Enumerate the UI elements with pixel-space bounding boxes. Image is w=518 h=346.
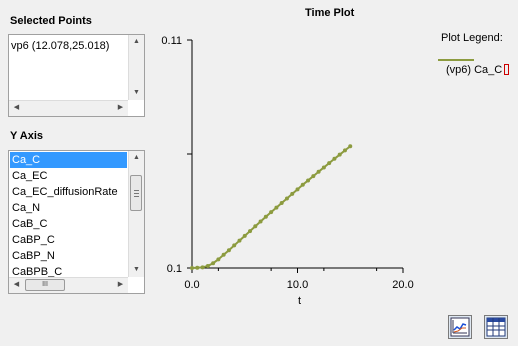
y-tick-label: 0.11 [161,35,182,47]
scroll-right-icon[interactable]: ▶ [113,101,128,115]
data-point [300,182,305,187]
y-axis-hscrollbar[interactable]: ◀ III ▶ [9,277,128,293]
scroll-left-icon[interactable]: ◀ [9,278,24,292]
scroll-left-icon[interactable]: ◀ [9,101,24,115]
data-point [332,156,337,161]
data-point [306,178,311,183]
x-tick-label: 0.0 [184,279,199,291]
scroll-down-icon[interactable]: ▼ [129,263,144,277]
data-point [232,243,237,248]
data-point [221,252,226,257]
x-axis-label: t [298,295,301,307]
y-axis-title: Y Axis [10,130,44,142]
data-point [269,210,274,215]
scroll-down-icon[interactable]: ▼ [129,86,144,100]
data-point [195,265,200,270]
data-point [337,152,342,157]
list-item[interactable]: Ca_EC [10,168,127,184]
list-item[interactable]: vp6 (12.078,25.018) [9,38,144,54]
series-line [191,145,351,269]
data-point [295,187,300,192]
data-point [190,266,194,270]
scroll-up-icon[interactable]: ▲ [129,35,144,49]
data-point [205,263,210,268]
table-view-button[interactable] [484,315,508,339]
data-point [263,214,268,219]
data-point [216,257,221,262]
y-axis-vscrollbar[interactable]: ▲ ▼ [128,151,144,277]
list-item[interactable]: CaBP_C [10,232,127,248]
data-point [248,229,253,234]
data-point [237,238,242,243]
data-point [200,265,205,270]
table-icon [486,317,506,337]
data-point [242,233,247,238]
chart-view-button[interactable] [448,315,472,339]
selected-points-list[interactable]: vp6 (12.078,25.018) ▲ ▼ ◀ ▶ [8,34,145,117]
y-tick-label: 0.1 [167,263,182,275]
time-plot-chart: 0.11 0.10.0 10.0 20.0 t [161,35,413,307]
data-point [311,174,316,179]
legend-line [438,59,474,61]
x-tick-label: 10.0 [287,279,308,291]
x-tick-label: 20.0 [392,279,413,291]
selected-points-hscrollbar[interactable]: ◀ ▶ [9,100,128,116]
scroll-right-icon[interactable]: ▶ [113,278,128,292]
plot-title: Time Plot [305,7,355,19]
data-point [253,224,258,229]
data-point [321,165,326,170]
data-point [284,196,289,201]
data-point [279,201,284,206]
legend-entry[interactable]: (vp6) Ca_C [446,64,502,76]
legend-title: Plot Legend: [441,32,503,44]
list-item[interactable]: CaBP_N [10,248,127,264]
scroll-thumb[interactable] [130,175,142,211]
data-point [290,191,295,196]
selected-points-title: Selected Points [10,15,92,27]
data-point [258,219,263,224]
y-axis-list[interactable]: Ca_C Ca_EC Ca_EC_diffusionRate Ca_N CaB_… [8,150,145,294]
list-item[interactable]: Ca_C [10,152,127,168]
data-point [348,144,353,149]
data-point [342,148,347,153]
hscroll-thumb[interactable]: III [25,279,65,291]
list-item[interactable]: CaB_C [10,216,127,232]
scroll-up-icon[interactable]: ▲ [129,151,144,165]
line-chart-icon [450,317,470,337]
data-point [274,205,279,210]
list-item[interactable]: Ca_EC_diffusionRate [10,184,127,200]
data-point [226,248,231,253]
selected-points-vscrollbar[interactable]: ▲ ▼ [128,35,144,100]
legend-color-swatch[interactable] [504,64,509,75]
data-point [327,161,332,166]
data-point [316,169,321,174]
data-point [211,261,216,266]
list-item[interactable]: Ca_N [10,200,127,216]
